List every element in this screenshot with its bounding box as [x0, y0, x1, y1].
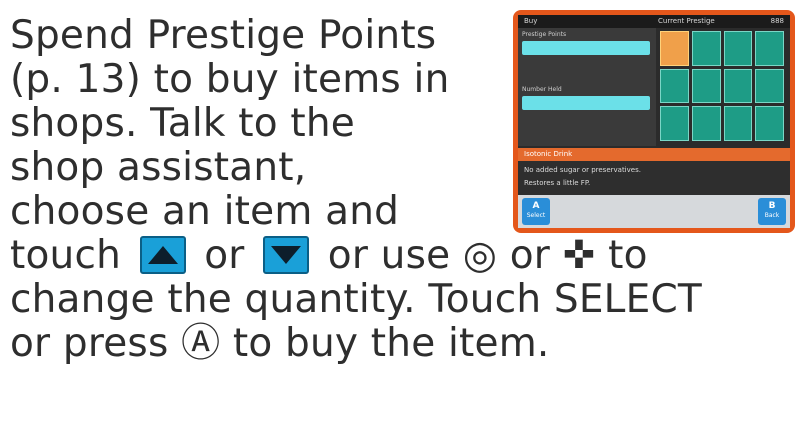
- item-slot[interactable]: [660, 68, 689, 104]
- up-arrow-button-icon: [139, 235, 186, 274]
- number-held-label: Number Held: [522, 86, 562, 93]
- shop-title: Buy: [524, 17, 538, 25]
- item-slot[interactable]: [755, 31, 784, 66]
- dpad-icon: ✜: [562, 233, 596, 278]
- text-line-7: change the quantity. Touch SELECT: [10, 277, 702, 322]
- word-to: to: [608, 233, 648, 278]
- item-grid: [660, 31, 784, 141]
- item-slot[interactable]: [723, 68, 753, 104]
- shop-screen: Buy Current Prestige 888 Prestige Points…: [518, 15, 790, 228]
- word-or-press: or press: [10, 321, 169, 366]
- word-touch: touch: [10, 233, 122, 278]
- select-label: Select: [526, 212, 546, 219]
- word-buy-item: to buy the item.: [232, 321, 550, 366]
- item-title-bar: Isotonic Drink: [518, 148, 790, 161]
- circle-pad-icon: ◎: [462, 233, 498, 278]
- number-held-bar: [522, 96, 650, 110]
- back-button[interactable]: B Back: [758, 198, 786, 225]
- shop-info-panel: Prestige Points Number Held: [518, 28, 656, 146]
- item-slot[interactable]: [660, 106, 689, 141]
- b-key-label: B: [768, 201, 776, 211]
- prestige-value: 888: [770, 17, 784, 25]
- item-slot[interactable]: [723, 31, 753, 66]
- item-description: No added sugar or preservatives. Restore…: [518, 161, 790, 195]
- prestige-label: Current Prestige: [658, 17, 715, 25]
- shop-header: Buy Current Prestige 888: [518, 15, 790, 28]
- down-arrow-button-icon: [263, 235, 310, 274]
- word-or-1: or: [204, 233, 245, 278]
- word-or-use: or use: [327, 233, 451, 278]
- pp-bar: [522, 41, 650, 55]
- text-line-6: touch or or use ◎ or ✜ to: [10, 234, 702, 278]
- desc-line-2: Restores a little FP.: [524, 179, 591, 187]
- a-key-label: A: [532, 201, 540, 211]
- item-slot[interactable]: [755, 68, 784, 104]
- item-slot[interactable]: [755, 106, 784, 141]
- item-slot[interactable]: [660, 31, 689, 66]
- pp-label: Prestige Points: [522, 31, 567, 38]
- item-slot[interactable]: [723, 106, 753, 141]
- a-button-icon: Ⓐ: [181, 321, 221, 366]
- bottom-controls: A Select B Back: [518, 195, 790, 228]
- item-slot[interactable]: [691, 68, 721, 104]
- desc-line-1: No added sugar or preservatives.: [524, 166, 641, 174]
- item-slot[interactable]: [691, 31, 721, 66]
- word-or-2: or: [509, 233, 551, 278]
- select-button[interactable]: A Select: [522, 198, 550, 225]
- item-slot[interactable]: [691, 106, 721, 141]
- shop-screenshot: Buy Current Prestige 888 Prestige Points…: [513, 10, 795, 233]
- item-name: Isotonic Drink: [524, 150, 573, 158]
- back-label: Back: [764, 212, 780, 219]
- text-line-8: or press Ⓐ to buy the item.: [10, 322, 702, 366]
